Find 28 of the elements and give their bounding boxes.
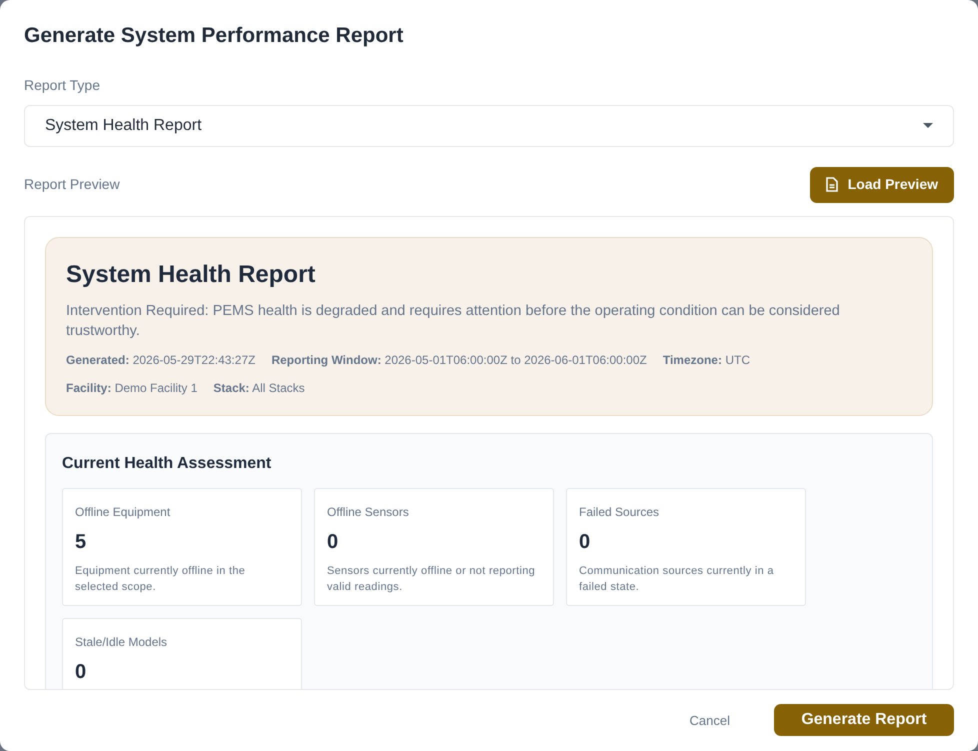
metric-description: Communication sources currently in a failed state.	[579, 564, 775, 594]
report-type-dropdown[interactable]: System Health Report	[24, 104, 954, 146]
metric-description: Sensors currently offline or not reporting valid readings.	[327, 564, 536, 594]
caret-icon	[923, 123, 933, 128]
metric-label: Stale/Idle Models	[75, 634, 168, 650]
report-summary: Intervention Required: PEMS health is degraded and requires attention before the operating condition can be considered trustworthy.	[66, 302, 841, 340]
metric-label: Failed Sources	[579, 504, 660, 520]
section-label: Report Preview	[24, 175, 120, 194]
report-meta: Reporting Window: 2026-05-01T06:00:00Z to 2026-06-01T06:00:00Z	[271, 352, 647, 368]
report-meta: Stack: All Stacks	[213, 380, 305, 396]
metric-value: 0	[579, 530, 590, 554]
metric-value: 0	[75, 660, 86, 684]
report-meta: Facility: Demo Facility 1	[66, 380, 198, 396]
cancel-button[interactable]: Cancel	[682, 702, 738, 738]
dialog-title: Generate System Performance Report	[24, 23, 404, 49]
report-title: System Health Report	[66, 260, 316, 290]
load-preview-button[interactable]: Load Preview	[810, 166, 954, 202]
metric-value: 0	[327, 530, 338, 554]
report-meta: Timezone: UTC	[662, 352, 750, 368]
section-title: Current Health Assessment	[62, 454, 272, 474]
metric-label: Offline Equipment	[75, 504, 170, 520]
metric-description: Equipment currently offline in the selected scope.	[75, 564, 246, 594]
field-label: Report Type	[24, 76, 100, 95]
report-meta: Generated: 2026-05-29T22:43:27Z	[66, 352, 256, 368]
generate-report-button[interactable]: Generate Report	[774, 704, 954, 736]
metric-value: 5	[75, 530, 86, 554]
metric-label: Offline Sensors	[327, 504, 409, 520]
document-icon	[826, 177, 838, 192]
